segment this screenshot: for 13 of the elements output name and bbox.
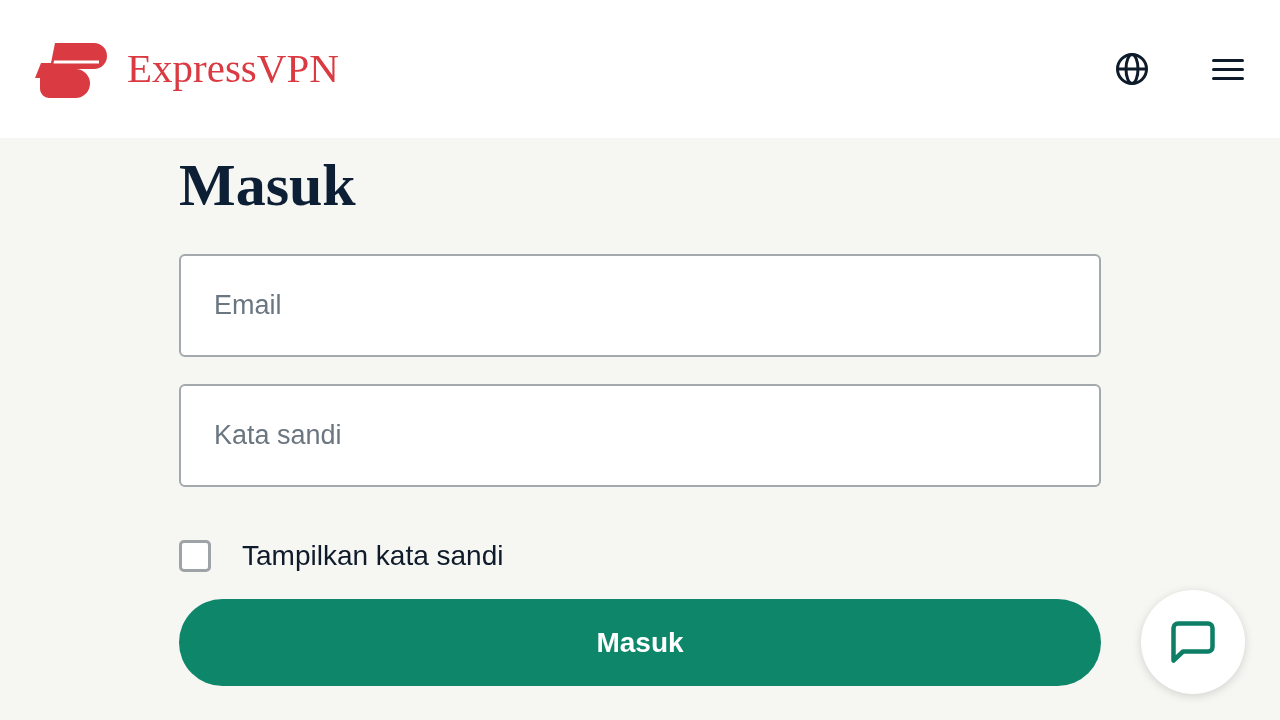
menu-icon — [1212, 58, 1244, 80]
chat-bubble-icon — [1171, 621, 1215, 663]
language-globe-button[interactable] — [1116, 53, 1148, 85]
input-field[interactable]: Email — [179, 254, 1101, 357]
logo-link[interactable]: ExpressVPN — [35, 40, 339, 98]
show-password-label[interactable]: Tampilkan kata sandi — [242, 540, 504, 572]
input-field[interactable]: Kata sandi — [179, 384, 1101, 487]
chat-button[interactable] — [1141, 590, 1245, 694]
page-title: Masuk — [179, 155, 356, 215]
checkbox[interactable] — [179, 540, 211, 572]
logo-icon — [35, 40, 107, 98]
sign-in-button[interactable]: Masuk — [179, 599, 1101, 686]
globe-icon — [1116, 53, 1148, 85]
